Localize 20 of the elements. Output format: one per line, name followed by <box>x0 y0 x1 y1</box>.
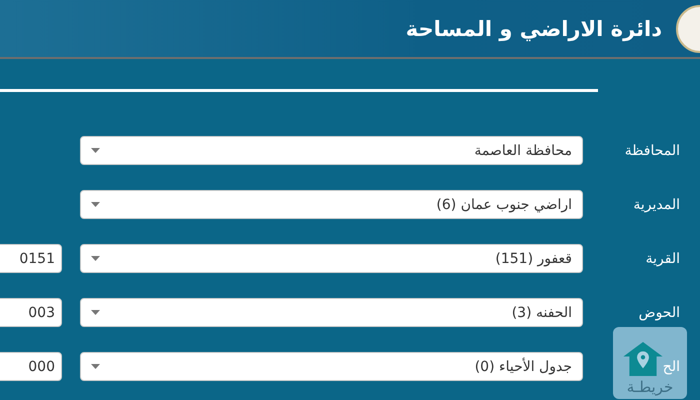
field-label: المحافظة <box>624 142 680 158</box>
dropdown[interactable]: جدول الأحياء (0) <box>80 352 583 381</box>
dropdown[interactable]: اراضي جنوب عمان (6) <box>80 190 583 219</box>
caret-icon <box>91 148 100 153</box>
code-field[interactable]: 003 <box>0 298 62 327</box>
field-label: الحوض <box>638 304 680 320</box>
code-field[interactable]: 0151 <box>0 244 62 273</box>
dropdown[interactable]: الحفنه (3) <box>80 298 583 327</box>
caret-icon <box>91 310 100 315</box>
field-label: المديرية <box>633 196 680 212</box>
caret-icon <box>91 256 100 261</box>
caret-icon <box>91 202 100 207</box>
dropdown[interactable]: محافظة العاصمة <box>80 136 583 165</box>
field-label: القرية <box>646 250 680 266</box>
house-pin-icon <box>623 342 663 376</box>
dropdown[interactable]: قعفور (151) <box>80 244 583 273</box>
caret-icon <box>91 364 100 369</box>
code-field[interactable]: 000 <box>0 352 62 381</box>
site-title: دائرة الاراضي و المساحة <box>406 16 662 40</box>
field-label: الح <box>662 358 680 374</box>
